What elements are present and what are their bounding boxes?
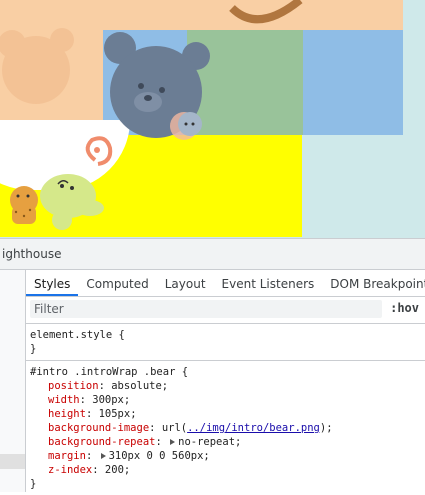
element-style-close: }: [30, 343, 37, 355]
property-name[interactable]: position: [48, 380, 99, 392]
property-value-prefix: url(: [161, 422, 188, 434]
property-name[interactable]: background-image: [48, 422, 149, 434]
property-value-suffix: );: [319, 422, 333, 434]
elements-tree-gutter[interactable]: [0, 270, 26, 492]
filter-row: Filter :hov: [26, 297, 425, 324]
selected-node-marker: [0, 454, 25, 469]
declaration-z-index[interactable]: z-index: 200;: [30, 463, 425, 477]
declaration-position[interactable]: position: absolute;: [30, 379, 425, 393]
property-name[interactable]: background-repeat: [48, 436, 155, 448]
devtools-top-tab-lighthouse[interactable]: ighthouse: [0, 239, 425, 270]
declaration-width[interactable]: width: 300px;: [30, 393, 425, 407]
property-value[interactable]: 105px;: [99, 408, 137, 420]
brown-arc: [229, 0, 303, 24]
tab-dom-breakpoints[interactable]: DOM Breakpoints: [322, 272, 425, 296]
tab-event-listeners[interactable]: Event Listeners: [214, 272, 323, 296]
property-value[interactable]: 200;: [105, 464, 130, 476]
declaration-background-image[interactable]: background-image: url(../img/intro/bear.…: [30, 421, 425, 435]
page-preview: [0, 0, 425, 238]
bear-rule[interactable]: #intro .introWrap .bear { position: abso…: [26, 361, 425, 495]
tab-styles[interactable]: Styles: [26, 272, 79, 296]
property-value[interactable]: 300px;: [92, 394, 130, 406]
background-image-link[interactable]: ../img/intro/bear.png: [187, 422, 320, 434]
small-bear: [170, 112, 202, 140]
tab-computed[interactable]: Computed: [78, 272, 156, 296]
property-name[interactable]: z-index: [48, 464, 92, 476]
hov-toggle-button[interactable]: :hov: [390, 301, 419, 315]
element-style-rule[interactable]: element.style { }: [26, 324, 425, 361]
rule-selector[interactable]: #intro .introWrap .bear {: [30, 365, 425, 379]
rule-close: }: [30, 478, 37, 490]
faded-bear-left: [0, 28, 74, 104]
filter-input[interactable]: Filter: [30, 300, 382, 318]
style-rules: element.style { } #intro .introWrap .bea…: [26, 324, 425, 495]
sidebar-tabs: Styles Computed Layout Event Listeners D…: [26, 270, 425, 297]
declaration-height[interactable]: height: 105px;: [30, 407, 425, 421]
property-name[interactable]: margin: [48, 450, 86, 462]
tab-layout[interactable]: Layout: [157, 272, 214, 296]
property-value[interactable]: absolute;: [111, 380, 168, 392]
property-name[interactable]: width: [48, 394, 80, 406]
swirl-decoration: [85, 136, 113, 166]
devtools-panel: ighthouse Styles Computed Layout Event L…: [0, 238, 425, 492]
element-style-selector[interactable]: element.style {: [30, 328, 425, 342]
styles-sidebar: Styles Computed Layout Event Listeners D…: [26, 270, 425, 492]
property-value[interactable]: 310px 0 0 560px;: [109, 450, 210, 462]
expand-triangle-icon[interactable]: [170, 439, 176, 445]
property-name[interactable]: height: [48, 408, 86, 420]
orange-bear: [10, 186, 38, 224]
bear-illustrations: [0, 0, 303, 230]
expand-triangle-icon[interactable]: [100, 453, 106, 459]
lime-bear: [40, 174, 104, 230]
declaration-background-repeat[interactable]: background-repeat: no-repeat;: [30, 435, 425, 449]
property-value[interactable]: no-repeat;: [178, 436, 241, 448]
declaration-margin[interactable]: margin: 310px 0 0 560px;: [30, 449, 425, 463]
